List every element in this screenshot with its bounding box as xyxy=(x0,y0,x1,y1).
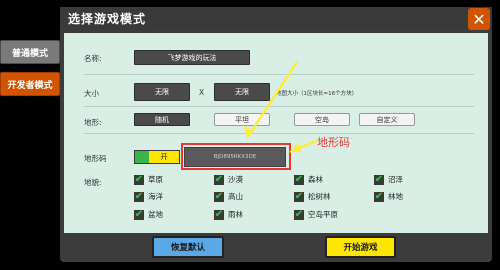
arrow-line xyxy=(245,61,299,139)
arrow-head xyxy=(290,143,301,152)
annotation-arrows xyxy=(244,61,319,154)
